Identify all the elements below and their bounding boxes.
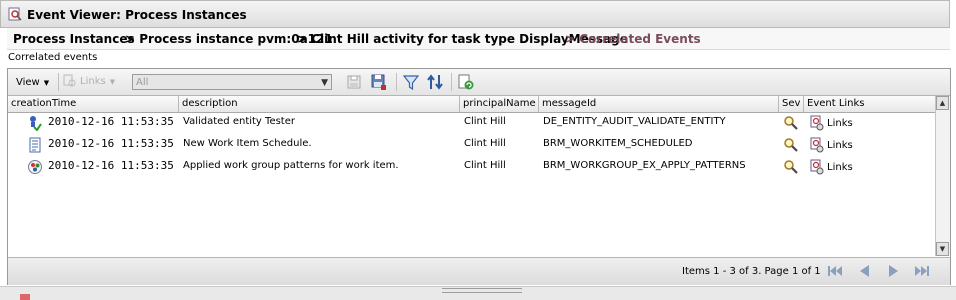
links-menu-button[interactable]: Links ▼ — [63, 73, 115, 91]
validate-entity-icon — [30, 116, 42, 131]
cell-principalname: Clint Hill — [464, 116, 506, 127]
bottom-splitter — [0, 286, 956, 300]
vertical-scrollbar[interactable]: ▲ ▼ — [935, 96, 950, 256]
column-header-principalname[interactable]: principalName — [460, 96, 539, 112]
export-icon[interactable] — [457, 73, 475, 91]
splitter-handle[interactable] — [442, 288, 522, 293]
event-links-icon — [810, 137, 824, 153]
window-title: Event Viewer: Process Instances — [27, 8, 247, 22]
pagination-info: Items 1 - 3 of 3. Page 1 of 1 — [682, 266, 821, 277]
event-links-link[interactable]: Links — [810, 137, 853, 153]
cell-principalname: Clint Hill — [464, 160, 506, 171]
column-header-description[interactable]: description — [179, 96, 460, 112]
magnifier-icon[interactable] — [783, 159, 799, 175]
first-page-icon[interactable] — [826, 264, 844, 278]
events-grid-panel: View ▼ Links ▼ All ▼ creationTime descri… — [7, 68, 951, 285]
view-menu-button[interactable]: View ▼ — [11, 73, 54, 93]
partial-toolbar-icon — [20, 294, 30, 300]
work-group-icon — [28, 160, 42, 174]
table-row[interactable]: 2010-12-16 11:53:35 Applied work group p… — [8, 156, 936, 178]
column-header-severity[interactable]: Sev — [779, 96, 804, 112]
links-menu-label: Links — [80, 76, 106, 87]
filter-icon[interactable] — [402, 73, 420, 91]
grid-toolbar: View ▼ Links ▼ All ▼ — [8, 69, 950, 96]
event-links-icon — [810, 159, 824, 175]
cell-description: Applied work group patterns for work ite… — [183, 160, 399, 171]
save-as-icon[interactable] — [346, 73, 364, 91]
toolbar-divider — [451, 73, 452, 91]
table-row[interactable]: 2010-12-16 11:53:35 New Work Item Schedu… — [8, 134, 936, 156]
cell-description: Validated entity Tester — [183, 116, 295, 127]
scroll-up-arrow-icon[interactable]: ▲ — [936, 96, 949, 110]
column-header-event-links[interactable]: Event Links — [804, 96, 936, 112]
filter-select-value: All — [136, 77, 149, 88]
grid-footer: Items 1 - 3 of 3. Page 1 of 1 — [8, 257, 950, 285]
breadcrumb: Process Instances > Process instance pvm… — [7, 28, 950, 50]
filter-select[interactable]: All ▼ — [132, 74, 332, 90]
window-titlebar: Event Viewer: Process Instances — [0, 0, 950, 28]
magnifier-icon[interactable] — [783, 115, 799, 131]
event-links-icon — [810, 115, 824, 131]
cell-messageid: BRM_WORKGROUP_EX_APPLY_PATTERNS — [543, 160, 746, 171]
cell-creationtime: 2010-12-16 11:53:35 — [48, 159, 174, 172]
cell-messageid: DE_ENTITY_AUDIT_VALIDATE_ENTITY — [543, 116, 726, 127]
next-page-icon[interactable] — [884, 264, 902, 278]
cell-creationtime: 2010-12-16 11:53:35 — [48, 115, 174, 128]
cell-creationtime: 2010-12-16 11:53:35 — [48, 137, 174, 150]
event-links-link[interactable]: Links — [810, 115, 853, 131]
table-row[interactable]: 2010-12-16 11:53:35 Validated entity Tes… — [8, 112, 936, 134]
magnifier-icon[interactable] — [783, 137, 799, 153]
scroll-down-arrow-icon[interactable]: ▼ — [936, 242, 949, 256]
event-links-label: Links — [827, 118, 853, 129]
breadcrumb-correlated-events: > Correlated Events — [565, 32, 701, 46]
save-icon[interactable] — [370, 73, 388, 91]
column-header-creationtime[interactable]: creationTime — [8, 96, 179, 112]
event-viewer-icon — [8, 7, 22, 21]
links-icon — [63, 74, 76, 87]
chevron-down-icon: ▼ — [321, 78, 328, 88]
last-page-icon[interactable] — [913, 264, 931, 278]
event-links-label: Links — [827, 140, 853, 151]
event-links-link[interactable]: Links — [810, 159, 853, 175]
event-links-label: Links — [827, 162, 853, 173]
panel-subtitle: Correlated events — [8, 52, 98, 63]
cell-description: New Work Item Schedule. — [183, 138, 312, 149]
work-item-icon — [29, 137, 41, 153]
cell-messageid: BRM_WORKITEM_SCHEDULED — [543, 138, 693, 149]
toolbar-divider — [396, 73, 397, 91]
previous-page-icon[interactable] — [856, 264, 874, 278]
toolbar-divider — [58, 73, 59, 91]
view-menu-label: View — [16, 77, 40, 88]
breadcrumb-process-instances[interactable]: Process Instances — [13, 32, 135, 46]
chevron-down-icon: ▼ — [109, 78, 116, 86]
grid-header-row: creationTime description principalName m… — [8, 96, 936, 113]
chevron-down-icon: ▼ — [43, 79, 50, 87]
column-header-messageid[interactable]: messageId — [539, 96, 779, 112]
cell-principalname: Clint Hill — [464, 138, 506, 149]
sort-icon[interactable] — [426, 73, 444, 91]
